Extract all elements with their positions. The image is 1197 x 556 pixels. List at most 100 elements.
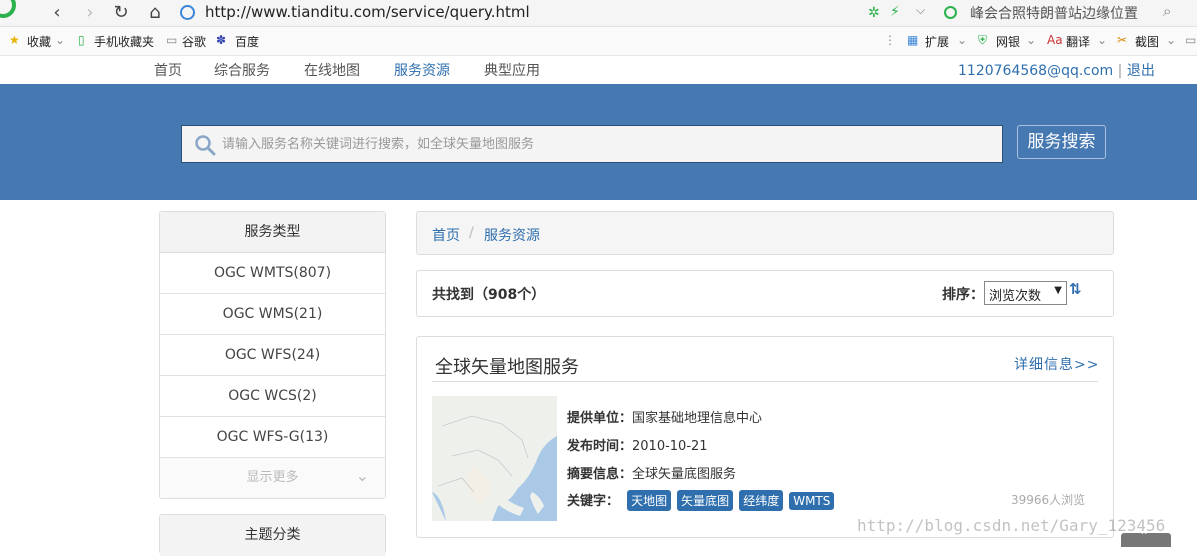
card-divider — [432, 381, 1098, 382]
chevron-down-icon[interactable]: ⌄ — [1166, 33, 1176, 47]
search-engine-icon — [944, 6, 957, 19]
sort-select[interactable]: 浏览次数 ▼ — [984, 281, 1067, 305]
breadcrumb-separator: / — [469, 225, 474, 241]
service-type-wmts[interactable]: OGC WMTS(807) — [160, 253, 385, 294]
keyword-tag[interactable]: WMTS — [789, 492, 835, 510]
reload-icon[interactable]: ↻ — [110, 2, 132, 24]
show-more-button[interactable]: 显示更多 ⌄ — [160, 458, 385, 498]
nav-typical-applications[interactable]: 典型应用 — [484, 60, 540, 80]
phone-icon: ▯ — [78, 33, 85, 47]
provider-row: 提供单位：国家基础地理信息中心 — [567, 407, 762, 426]
nav-home[interactable]: 首页 — [154, 60, 182, 80]
tool-screenshot[interactable]: 截图 — [1135, 33, 1159, 50]
keyword-tag[interactable]: 天地图 — [627, 490, 672, 511]
topic-title: 主题分类 — [160, 515, 385, 556]
service-types-title: 服务类型 — [160, 212, 385, 253]
card-title[interactable]: 全球矢量地图服务 — [435, 353, 579, 379]
search-box[interactable] — [181, 125, 1003, 163]
keyword-tag[interactable]: 经纬度 — [739, 490, 784, 511]
search-input[interactable] — [222, 126, 992, 162]
bookmark-star-icon: ★ — [9, 33, 20, 47]
breadcrumb-home[interactable]: 首页 — [432, 225, 460, 245]
breadcrumb: 首页 / 服务资源 — [416, 211, 1114, 255]
nav-service-resources[interactable]: 服务资源 — [394, 60, 450, 80]
keywords-label: 关键字： — [567, 494, 620, 509]
security-icon[interactable]: ✲ — [868, 5, 880, 21]
search-banner: 服务搜索 — [0, 84, 1197, 200]
view-count: 39966人浏览 — [1011, 493, 1086, 507]
back-icon[interactable]: ‹ — [46, 2, 68, 24]
window-icon[interactable]: ▭ — [1185, 33, 1196, 47]
browser-logo-icon — [0, 0, 16, 18]
keyword-tag[interactable]: 矢量底图 — [677, 490, 734, 511]
summary-label: 摘要信息： — [567, 467, 633, 482]
account-area: 1120764568@qq.com | 退出 — [958, 60, 1155, 80]
dropdown-arrow-icon: ▼ — [1054, 285, 1062, 296]
service-types-panel: 服务类型 OGC WMTS(807) OGC WMS(21) OGC WFS(2… — [159, 211, 386, 499]
chevron-down-icon[interactable]: ⌄ — [55, 33, 65, 47]
detail-link[interactable]: 详细信息>> — [1014, 354, 1099, 374]
date-label: 发布时间： — [567, 439, 633, 454]
home-icon[interactable]: ⌂ — [144, 2, 166, 24]
tool-translate[interactable]: 翻译 — [1066, 33, 1090, 50]
chevron-up-icon: ⌃ — [1139, 529, 1150, 543]
topic-panel: 主题分类 — [159, 514, 386, 556]
chevron-down-icon: ⌄ — [355, 466, 369, 485]
bank-icon: ⛨ — [978, 33, 988, 47]
results-count: 共找到（908个） — [432, 287, 546, 303]
breadcrumb-current[interactable]: 服务资源 — [484, 225, 540, 245]
browser-search-box[interactable]: 峰会合照特朗普站边缘位置 — [970, 3, 1138, 23]
provider-label: 提供单位： — [567, 411, 633, 426]
date-value: 2010-10-21 — [632, 439, 708, 454]
back-to-top-button[interactable]: ⌃ — [1121, 529, 1171, 547]
provider-value: 国家基础地理信息中心 — [632, 411, 763, 426]
nav-online-map[interactable]: 在线地图 — [304, 60, 360, 80]
tool-extensions[interactable]: 扩展 — [925, 33, 949, 50]
bookmark-google[interactable]: 谷歌 — [182, 33, 206, 50]
search-icon — [195, 135, 216, 156]
baidu-icon: ✽ — [216, 33, 227, 47]
page-icon: ▭ — [166, 33, 178, 47]
bookmark-mobile[interactable]: 手机收藏夹 — [94, 33, 154, 50]
map-thumbnail[interactable] — [432, 396, 557, 521]
tool-bank[interactable]: 网银 — [996, 33, 1020, 50]
more-icon[interactable]: ⋮ — [884, 33, 896, 47]
forward-icon[interactable]: › — [79, 2, 101, 24]
results-bar: 共找到（908个） 排序： 浏览次数 ▼ ⇅ — [416, 270, 1114, 317]
chevron-down-icon[interactable]: ⌄ — [1026, 33, 1036, 47]
address-bar[interactable]: http://www.tianditu.com/service/query.ht… — [205, 3, 530, 21]
search-button[interactable]: 服务搜索 — [1017, 125, 1106, 159]
date-row: 发布时间：2010-10-21 — [567, 435, 708, 454]
site-favicon-icon — [180, 5, 195, 20]
account-email[interactable]: 1120764568@qq.com — [958, 63, 1113, 79]
service-type-wms[interactable]: OGC WMS(21) — [160, 294, 385, 335]
browser-toolbar: ‹ › ↻ ⌂ http://www.tianditu.com/service/… — [0, 0, 1197, 27]
extension-icon: ▦ — [907, 33, 919, 47]
site-navigation: 首页 综合服务 在线地图 服务资源 典型应用 1120764568@qq.com… — [0, 56, 1197, 84]
chevron-down-icon[interactable]: ⌄ — [957, 33, 967, 47]
bookmark-favorites[interactable]: 收藏 — [27, 33, 51, 50]
logout-link[interactable]: 退出 — [1127, 63, 1155, 79]
nav-integrated-services[interactable]: 综合服务 — [214, 60, 270, 80]
account-separator: | — [1117, 63, 1123, 79]
chevron-down-icon[interactable]: ⌄ — [1097, 33, 1107, 47]
sort-select-value: 浏览次数 — [989, 289, 1042, 304]
browser-search-icon[interactable]: ⌕ — [1163, 2, 1171, 20]
service-type-wfs[interactable]: OGC WFS(24) — [160, 335, 385, 376]
sort-order-icon[interactable]: ⇅ — [1069, 280, 1082, 298]
chevron-down-icon[interactable]: ⌵ — [916, 3, 925, 18]
keywords-row: 关键字： 天地图 矢量底图 经纬度 WMTS — [567, 490, 840, 511]
service-card: 全球矢量地图服务 详细信息>> 提供单位：国家基础地理信息中心 发布时间：201… — [416, 336, 1114, 538]
watermark: http://blog.csdn.net/Gary_123456 — [857, 516, 1166, 535]
service-type-wcs[interactable]: OGC WCS(2) — [160, 376, 385, 417]
speed-icon[interactable]: ⚡ — [890, 4, 900, 20]
show-more-label: 显示更多 — [246, 470, 299, 485]
summary-value: 全球矢量底图服务 — [632, 467, 737, 482]
summary-row: 摘要信息：全球矢量底图服务 — [567, 463, 736, 482]
screenshot-icon: ✂ — [1117, 33, 1128, 47]
translate-icon: Aa — [1047, 33, 1063, 47]
service-type-wfs-g[interactable]: OGC WFS-G(13) — [160, 417, 385, 458]
bookmark-baidu[interactable]: 百度 — [235, 33, 259, 50]
sort-label: 排序： — [942, 287, 984, 303]
bookmarks-bar: ★ 收藏 ⌄ ▯ 手机收藏夹 ▭ 谷歌 ✽ 百度 ⋮ ▦ 扩展 ⌄ ⛨ 网银 ⌄… — [0, 27, 1197, 56]
